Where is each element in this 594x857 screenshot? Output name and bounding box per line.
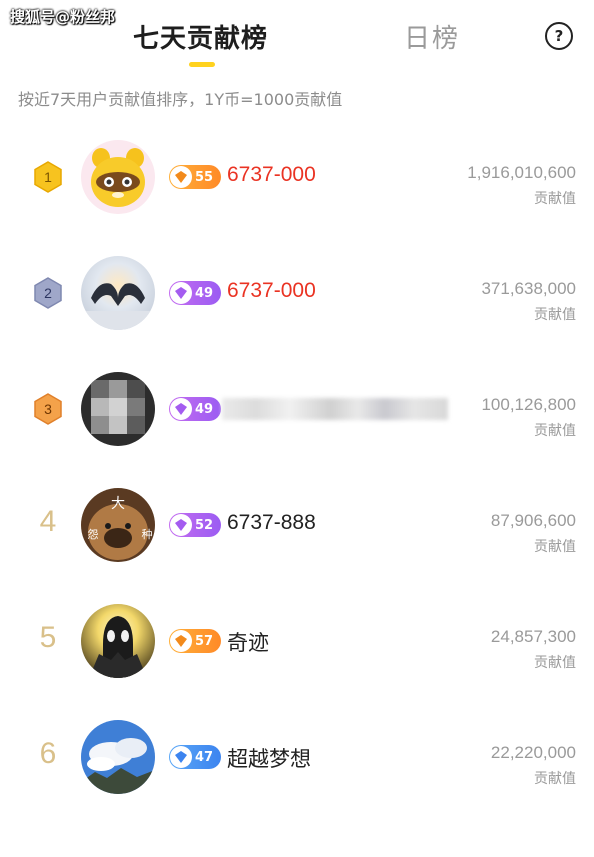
svg-text:怨: 怨 bbox=[88, 528, 99, 541]
rank-silver-hexagon-icon: 2 bbox=[34, 277, 62, 309]
contribution-label: 贡献值 bbox=[534, 307, 576, 323]
active-tab-indicator bbox=[189, 62, 215, 67]
ranking-row[interactable]: 4 大 怨 种 52 6737-888 87,906,600 贡献值 bbox=[0, 488, 594, 625]
level-badge: 57 bbox=[169, 629, 221, 653]
tab-weekly-ranking[interactable]: 七天贡献榜 bbox=[133, 18, 268, 55]
ranking-row[interactable]: 6 47 超越梦想 22,220,000 贡献值 bbox=[0, 720, 594, 857]
username[interactable]: 6737-000 bbox=[227, 279, 316, 303]
username[interactable]: 6737-888 bbox=[227, 511, 316, 535]
level-badge: 47 bbox=[169, 745, 221, 769]
level-gem-icon bbox=[170, 166, 192, 188]
contribution-value: 24,857,300 bbox=[490, 627, 576, 646]
level-badge: 52 bbox=[169, 513, 221, 537]
blurred-avatar-icon bbox=[81, 372, 155, 446]
ranking-row[interactable]: 5 57 奇迹 24,857,300 贡献值 bbox=[0, 604, 594, 741]
level-badge: 49 bbox=[169, 281, 221, 305]
contribution-label: 贡献值 bbox=[534, 423, 576, 439]
svg-text:种: 种 bbox=[142, 527, 153, 541]
avatar[interactable] bbox=[81, 256, 155, 330]
level-gem-icon bbox=[170, 630, 192, 652]
contribution-value: 1,916,010,600 bbox=[467, 163, 576, 182]
rank-number: 4 bbox=[39, 505, 57, 538]
contribution-label: 贡献值 bbox=[534, 539, 576, 555]
avatar[interactable] bbox=[81, 140, 155, 214]
username[interactable]: 奇迹 bbox=[227, 627, 269, 657]
avatar[interactable] bbox=[81, 604, 155, 678]
sky-avatar-icon bbox=[81, 720, 155, 794]
contribution-value: 371,638,000 bbox=[481, 279, 576, 298]
raccoon-avatar-icon bbox=[81, 140, 155, 214]
ranking-description: 按近7天用户贡献值排序，1Y币=1000贡献值 bbox=[18, 90, 343, 109]
ultraman-avatar-icon bbox=[81, 604, 155, 678]
rank-number: 2 bbox=[44, 285, 52, 301]
contribution-label: 贡献值 bbox=[534, 191, 576, 207]
tab-daily-ranking[interactable]: 日榜 bbox=[404, 18, 460, 55]
ranking-row[interactable]: 2 49 6737-000 371,638,000 贡献值 bbox=[0, 256, 594, 393]
level-gem-icon bbox=[170, 282, 192, 304]
rank-number: 3 bbox=[44, 401, 52, 417]
level-badge: 55 bbox=[169, 165, 221, 189]
contribution-value: 87,906,600 bbox=[490, 511, 576, 530]
svg-text:大: 大 bbox=[111, 496, 125, 512]
ranking-row[interactable]: 3 49 100,126,800 贡献值 bbox=[0, 372, 594, 509]
rank-number: 5 bbox=[39, 621, 57, 654]
contribution-value: 22,220,000 bbox=[490, 743, 576, 762]
contribution-label: 贡献值 bbox=[534, 655, 576, 671]
contribution-label: 贡献值 bbox=[534, 771, 576, 787]
avatar[interactable]: 大 怨 种 bbox=[81, 488, 155, 562]
avatar[interactable] bbox=[81, 372, 155, 446]
dog-avatar-icon: 大 怨 种 bbox=[81, 488, 155, 562]
level-badge: 49 bbox=[169, 397, 221, 421]
username-blurred[interactable] bbox=[222, 398, 448, 420]
level-gem-icon bbox=[170, 398, 192, 420]
level-gem-icon bbox=[170, 746, 192, 768]
tab-bar: 七天贡献榜 日榜 ? bbox=[0, 0, 594, 80]
help-icon[interactable]: ? bbox=[545, 22, 573, 50]
username[interactable]: 6737-000 bbox=[227, 163, 316, 187]
avatar[interactable] bbox=[81, 720, 155, 794]
rank-number: 6 bbox=[39, 737, 57, 770]
ranking-row[interactable]: 1 55 6737-000 1,916,010,600 贡献值 bbox=[0, 140, 594, 277]
contribution-value: 100,126,800 bbox=[481, 395, 576, 414]
rank-number: 1 bbox=[44, 169, 52, 185]
heart-hands-avatar-icon bbox=[81, 256, 155, 330]
username[interactable]: 超越梦想 bbox=[227, 743, 311, 773]
level-gem-icon bbox=[170, 514, 192, 536]
rank-gold-hexagon-icon: 1 bbox=[34, 161, 62, 193]
rank-bronze-hexagon-icon: 3 bbox=[34, 393, 62, 425]
